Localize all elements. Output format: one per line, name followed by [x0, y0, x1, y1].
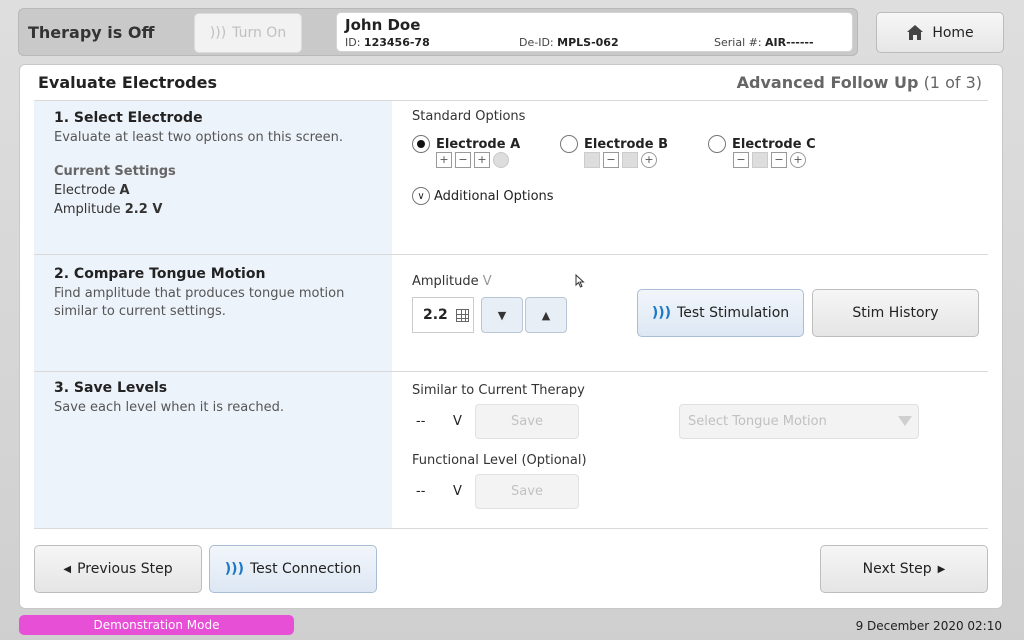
- divider: [34, 528, 988, 529]
- amplitude-up-button[interactable]: ▲: [525, 297, 567, 333]
- radio-unselected[interactable]: [708, 135, 726, 153]
- stim-history-button[interactable]: Stim History: [812, 289, 979, 337]
- caret-down-icon: [898, 416, 912, 426]
- home-button[interactable]: Home: [876, 12, 1004, 53]
- divider: [34, 254, 988, 255]
- divider: [34, 100, 988, 101]
- datetime: 9 December 2020 02:10: [855, 619, 1002, 633]
- contact-minus: −: [455, 152, 471, 168]
- patient-name: John Doe: [345, 16, 421, 34]
- electrode-b-contacts: − +: [584, 152, 657, 168]
- stimulation-wave-icon: ))): [209, 25, 227, 41]
- therapy-status: Therapy is Off: [28, 23, 155, 42]
- standard-options-label: Standard Options: [412, 109, 526, 124]
- contact-case-plus: +: [790, 152, 806, 168]
- additional-options-toggle[interactable]: ∨ Additional Options: [412, 187, 554, 205]
- test-stimulation-button[interactable]: ))) Test Stimulation: [637, 289, 804, 337]
- home-label: Home: [932, 24, 974, 41]
- current-electrode: Electrode A: [54, 183, 130, 198]
- test-connection-button[interactable]: ))) Test Connection: [209, 545, 377, 593]
- chevron-down-icon: ∨: [412, 187, 430, 205]
- section3-title: 3. Save Levels: [54, 380, 168, 396]
- contact-minus: −: [603, 152, 619, 168]
- section1-title: 1. Select Electrode: [54, 110, 203, 126]
- current-amplitude: Amplitude 2.2 V: [54, 202, 163, 217]
- contact-plus: +: [474, 152, 490, 168]
- current-settings-label: Current Settings: [54, 164, 176, 179]
- divider: [34, 371, 988, 372]
- electrode-b-radio[interactable]: Electrode B: [560, 135, 668, 153]
- caret-right-icon: ▶: [937, 563, 946, 575]
- contact-minus: −: [771, 152, 787, 168]
- section2-desc: Find amplitude that produces tongue moti…: [54, 286, 345, 319]
- stimulation-wave-icon: ))): [651, 305, 672, 321]
- page-title: Evaluate Electrodes: [38, 73, 218, 92]
- previous-step-button[interactable]: ◀ Previous Step: [34, 545, 202, 593]
- contact-plus: +: [436, 152, 452, 168]
- patient-id: ID: 123456-78: [345, 36, 430, 49]
- step-indicator: Advanced Follow Up (1 of 3): [736, 73, 982, 92]
- contact-off: [622, 152, 638, 168]
- contact-minus: −: [733, 152, 749, 168]
- section3-desc: Save each level when it is reached.: [54, 400, 284, 415]
- turn-on-button[interactable]: ))) Turn On: [194, 13, 302, 53]
- section2-title: 2. Compare Tongue Motion: [54, 266, 266, 282]
- patient-serial: Serial #: AIR------: [714, 36, 814, 49]
- arrow-down-icon: ▼: [497, 308, 507, 322]
- save-similar-button[interactable]: Save: [475, 404, 579, 439]
- caret-left-icon: ◀: [63, 563, 72, 575]
- contact-off: [752, 152, 768, 168]
- radio-unselected[interactable]: [560, 135, 578, 153]
- patient-deid: De-ID: MPLS-062: [519, 36, 619, 49]
- stimulation-wave-icon: ))): [224, 561, 244, 577]
- home-icon: [907, 25, 924, 40]
- tongue-motion-select[interactable]: Select Tongue Motion: [679, 404, 919, 439]
- save-functional-button[interactable]: Save: [475, 474, 579, 509]
- section1-desc: Evaluate at least two options on this sc…: [54, 130, 344, 145]
- demo-mode-badge: Demonstration Mode: [19, 615, 294, 635]
- electrode-c-radio[interactable]: Electrode C: [708, 135, 816, 153]
- electrode-a-radio[interactable]: Electrode A: [412, 135, 520, 153]
- amplitude-label: Amplitude V: [412, 274, 492, 289]
- next-step-button[interactable]: Next Step ▶: [820, 545, 988, 593]
- electrode-c-contacts: − − +: [733, 152, 806, 168]
- similar-therapy-label: Similar to Current Therapy: [412, 383, 585, 398]
- keypad-icon[interactable]: [455, 308, 469, 322]
- functional-level-unit: V: [453, 484, 462, 499]
- radio-selected[interactable]: [412, 135, 430, 153]
- amplitude-input[interactable]: 2.2: [412, 297, 474, 333]
- mouse-cursor-icon: [575, 274, 585, 288]
- electrode-a-contacts: + − +: [436, 152, 509, 168]
- status-bar: Therapy is Off ))) Turn On John Doe ID: …: [18, 8, 858, 56]
- functional-level-value: --: [416, 484, 426, 499]
- contact-case: [493, 152, 509, 168]
- contact-off: [584, 152, 600, 168]
- amplitude-down-button[interactable]: ▼: [481, 297, 523, 333]
- turn-on-label: Turn On: [232, 25, 287, 41]
- patient-card: John Doe ID: 123456-78 De-ID: MPLS-062 S…: [336, 12, 853, 52]
- similar-therapy-value: --: [416, 414, 426, 429]
- functional-level-label: Functional Level (Optional): [412, 453, 587, 468]
- evaluate-electrodes-panel: Evaluate Electrodes Advanced Follow Up (…: [19, 64, 1003, 609]
- similar-therapy-unit: V: [453, 414, 462, 429]
- contact-case-plus: +: [641, 152, 657, 168]
- arrow-up-icon: ▲: [541, 308, 551, 322]
